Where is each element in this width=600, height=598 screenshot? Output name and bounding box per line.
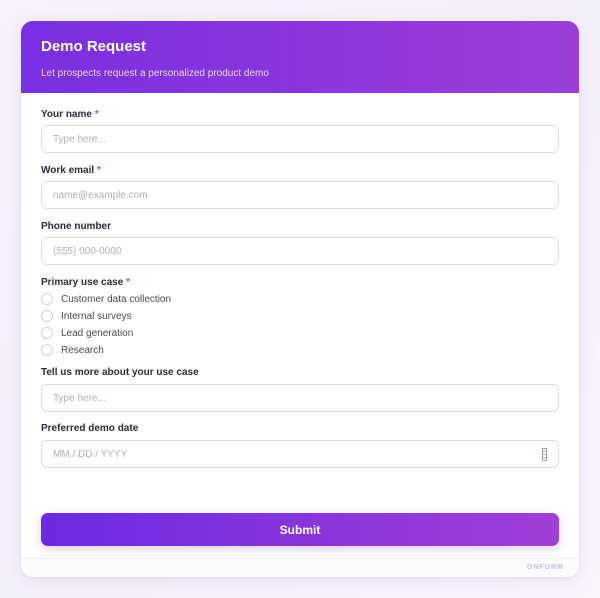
- phone-label: Phone number: [41, 221, 111, 233]
- radio-button[interactable]: [41, 344, 53, 356]
- form-header: Demo Request Let prospects request a per…: [21, 21, 579, 93]
- date-input[interactable]: MM / DD / YYYY: [41, 440, 559, 468]
- brand-logo: ONFORM: [526, 564, 564, 571]
- radio-button[interactable]: [41, 310, 53, 322]
- email-label-text: Work email: [41, 165, 95, 176]
- form-footer: ONFORM: [21, 558, 579, 577]
- required-mark: *: [94, 109, 99, 120]
- phone-label-text: Phone number: [41, 221, 112, 232]
- details-label-text: Tell us more about your use case: [41, 367, 199, 378]
- date-label-text: Preferred demo date: [41, 423, 139, 434]
- use-case-label: Primary use case *: [41, 277, 130, 289]
- form-card: Demo Request Let prospects request a per…: [21, 21, 579, 577]
- calendar-icon[interactable]: [542, 448, 547, 461]
- required-mark: *: [96, 165, 101, 176]
- radio-button[interactable]: [41, 293, 53, 305]
- date-label: Preferred demo date: [41, 423, 138, 435]
- required-mark: *: [126, 277, 130, 288]
- radio-option-internal-surveys[interactable]: Internal surveys: [41, 309, 132, 323]
- radio-option-customer-data[interactable]: Customer data collection: [41, 292, 171, 306]
- name-label: Your name *: [41, 109, 99, 121]
- phone-input[interactable]: [41, 237, 559, 265]
- form-title: Demo Request: [41, 38, 147, 55]
- details-input[interactable]: [41, 384, 559, 412]
- name-label-text: Your name: [41, 109, 92, 120]
- date-placeholder: MM / DD / YYYY: [53, 449, 128, 460]
- email-label: Work email *: [41, 165, 101, 177]
- email-input[interactable]: [41, 181, 559, 209]
- radio-label: Customer data collection: [61, 293, 172, 305]
- radio-label: Lead generation: [61, 327, 134, 339]
- details-label: Tell us more about your use case: [41, 367, 199, 379]
- form-subtitle: Let prospects request a personalized pro…: [41, 68, 269, 79]
- submit-button[interactable]: Submit: [41, 513, 559, 546]
- radio-label: Internal surveys: [61, 310, 132, 322]
- name-input[interactable]: [41, 125, 559, 153]
- radio-button[interactable]: [41, 327, 53, 339]
- use-case-label-text: Primary use case: [41, 277, 124, 288]
- radio-option-lead-generation[interactable]: Lead generation: [41, 326, 133, 340]
- radio-label: Research: [61, 344, 104, 356]
- radio-option-research[interactable]: Research: [41, 343, 104, 357]
